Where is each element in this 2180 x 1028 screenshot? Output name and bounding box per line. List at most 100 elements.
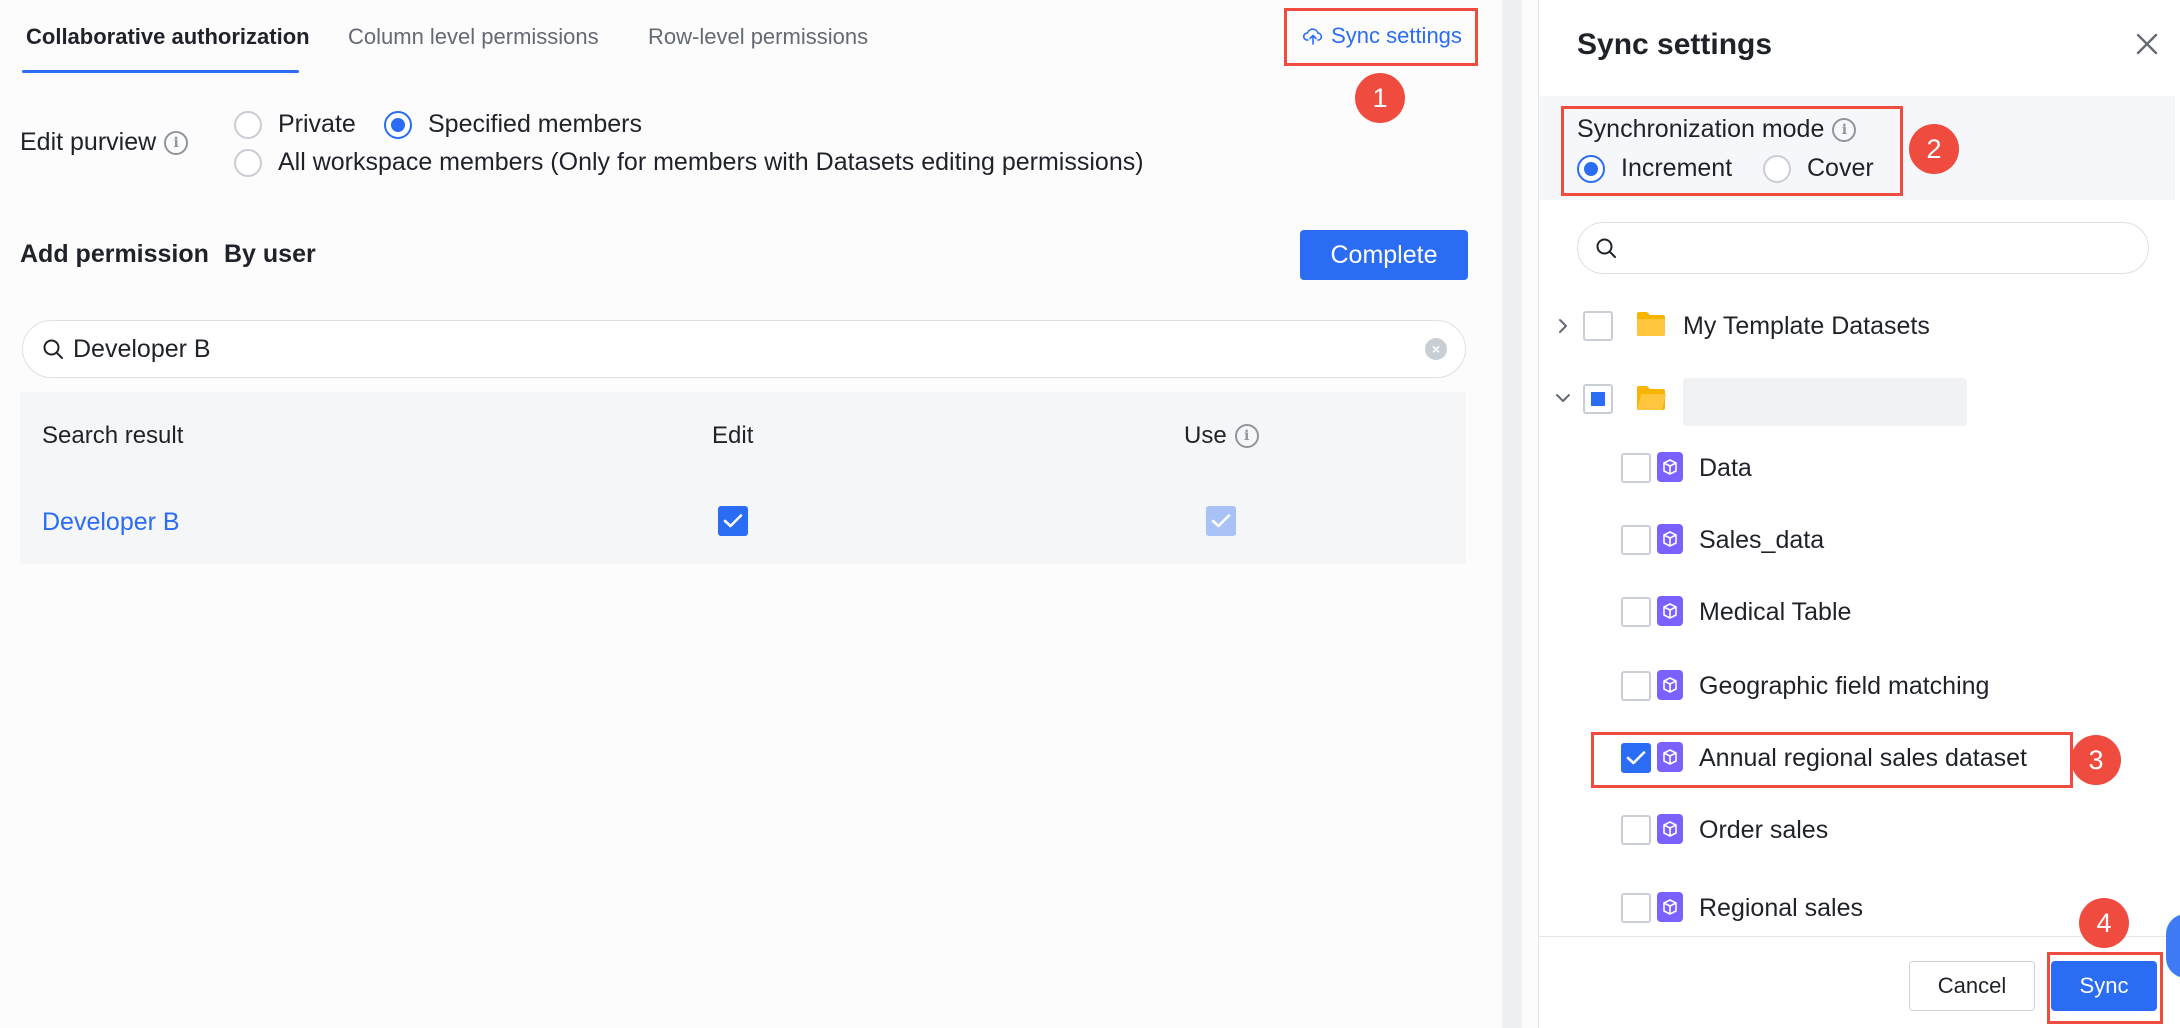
edit-purview-label: Edit purview i	[20, 128, 189, 157]
radio-circle-specified-members[interactable]	[384, 110, 412, 139]
edit-purview-text: Edit purview	[20, 128, 157, 156]
search-icon	[1596, 238, 1616, 258]
dataset-name-data: Data	[1699, 454, 1752, 482]
info-icon[interactable]: i	[164, 130, 189, 155]
user-search-box[interactable]: ×	[22, 320, 1466, 378]
sync-button[interactable]: Sync	[2051, 961, 2157, 1011]
chevron-right-icon[interactable]	[1553, 316, 1573, 336]
step-badge-2: 2	[1909, 124, 1959, 174]
dataset-name-order-sales: Order sales	[1699, 816, 1829, 844]
tree-folder-my-template-datasets[interactable]: My Template Datasets	[1539, 296, 2175, 356]
column-header-edit: Edit	[712, 422, 754, 449]
radio-specified-members[interactable]: Specified members	[384, 110, 642, 139]
dataset-checkbox-sales-data[interactable]	[1621, 525, 1651, 555]
panel-divider	[1502, 0, 1522, 1028]
sync-settings-label: Sync settings	[1331, 22, 1462, 48]
use-info-icon[interactable]: i	[1234, 424, 1259, 448]
dataset-icon	[1657, 670, 1683, 700]
radio-all-workspace-members[interactable]: All workspace members (Only for members …	[234, 148, 1144, 177]
checkmark-icon	[1211, 514, 1231, 528]
folder-checkbox-my-template-datasets[interactable]	[1583, 311, 1613, 341]
sync-settings-link[interactable]: Sync settings	[1287, 7, 1478, 64]
step-badge-4: 4	[2079, 898, 2129, 948]
dataset-name-regional-sales: Regional sales	[1699, 894, 1863, 922]
search-result-table: Search result Edit Use i Developer B	[20, 392, 1466, 564]
redacted-folder-name	[1683, 378, 1967, 426]
clear-icon[interactable]: ×	[1425, 338, 1447, 360]
column-header-use-label: Use	[1184, 422, 1227, 449]
radio-cover[interactable]: Cover	[1763, 154, 1874, 183]
tree-dataset-medical-table[interactable]: Medical Table	[1539, 582, 2175, 642]
active-tab-indicator	[22, 70, 299, 73]
dataset-name-annual-regional-sales: Annual regional sales dataset	[1699, 744, 2028, 772]
dataset-icon	[1657, 524, 1683, 554]
sync-settings-drawer: Sync settings Synchronization mode i Inc…	[1538, 0, 2180, 1028]
tree-dataset-sales-data[interactable]: Sales_data	[1539, 510, 2175, 570]
dataset-checkbox-medical-table[interactable]	[1621, 597, 1651, 627]
step-badge-3: 3	[2071, 735, 2121, 785]
cancel-button[interactable]: Cancel	[1909, 961, 2035, 1011]
step-badge-1: 1	[1355, 73, 1405, 123]
tab-collaborative-authorization[interactable]: Collaborative authorization	[26, 24, 310, 50]
radio-circle-increment[interactable]	[1577, 154, 1605, 183]
dataset-checkbox-annual-regional-sales[interactable]	[1621, 743, 1651, 773]
checkmark-icon	[1626, 751, 1646, 765]
radio-circle-cover[interactable]	[1763, 154, 1791, 183]
radio-label-specified-members: Specified members	[428, 110, 642, 138]
close-icon[interactable]	[2129, 26, 2165, 62]
radio-circle-all-workspace-members[interactable]	[234, 148, 262, 177]
sync-mode-label: Synchronization mode i	[1577, 115, 1857, 144]
dataset-name-geographic-field-matching: Geographic field matching	[1699, 672, 1990, 700]
column-header-search-result: Search result	[42, 422, 184, 449]
add-permission-title: Add permission	[20, 240, 209, 268]
radio-private[interactable]: Private	[234, 110, 356, 139]
tab-column-level-permissions[interactable]: Column level permissions	[348, 24, 599, 50]
sync-mode-text: Synchronization mode	[1577, 115, 1825, 143]
permission-tabs: Collaborative authorization Column level…	[0, 0, 1502, 76]
permission-panel: Collaborative authorization Column level…	[0, 0, 1502, 1028]
dataset-checkbox-regional-sales[interactable]	[1621, 893, 1651, 923]
tree-dataset-order-sales[interactable]: Order sales	[1539, 800, 2175, 860]
folder-checkbox-expanded[interactable]	[1583, 384, 1613, 414]
dataset-checkbox-data[interactable]	[1621, 453, 1651, 483]
dataset-icon	[1657, 892, 1683, 922]
dataset-checkbox-order-sales[interactable]	[1621, 815, 1651, 845]
tree-dataset-geographic-field-matching[interactable]: Geographic field matching	[1539, 656, 2175, 716]
drawer-footer: Cancel Sync	[1539, 936, 2175, 1028]
chevron-down-icon[interactable]	[1553, 388, 1573, 408]
folder-open-icon	[1637, 386, 1666, 410]
radio-label-all-workspace-members: All workspace members (Only for members …	[278, 148, 1144, 176]
drawer-title: Sync settings	[1577, 28, 1773, 61]
dataset-name-medical-table: Medical Table	[1699, 598, 1852, 626]
dataset-search-box[interactable]	[1577, 222, 2149, 274]
folder-name-my-template-datasets: My Template Datasets	[1683, 312, 1930, 340]
complete-button[interactable]: Complete	[1300, 230, 1468, 280]
dataset-icon	[1657, 452, 1683, 482]
edit-permission-checkbox[interactable]	[718, 506, 748, 536]
radio-increment[interactable]: Increment	[1577, 154, 1732, 183]
dataset-icon	[1657, 596, 1683, 626]
tab-row-level-permissions[interactable]: Row-level permissions	[648, 24, 868, 50]
dataset-name-sales-data: Sales_data	[1699, 526, 1825, 554]
column-header-use: Use i	[1184, 422, 1259, 450]
checkmark-icon	[723, 514, 743, 528]
use-permission-checkbox	[1206, 506, 1236, 536]
by-user-mode[interactable]: By user	[224, 240, 316, 269]
sync-mode-info-icon[interactable]: i	[1832, 117, 1857, 142]
dataset-checkbox-geographic-field-matching[interactable]	[1621, 671, 1651, 701]
cloud-sync-icon	[1303, 27, 1323, 45]
radio-label-cover: Cover	[1807, 154, 1874, 182]
radio-label-increment: Increment	[1621, 154, 1733, 182]
radio-label-private: Private	[278, 110, 356, 138]
floating-help-bubble[interactable]	[2166, 914, 2180, 978]
user-search-input[interactable]	[73, 334, 1425, 364]
dataset-search-input[interactable]	[1626, 235, 2132, 261]
tree-dataset-data[interactable]: Data	[1539, 438, 2175, 498]
dataset-icon	[1657, 742, 1683, 772]
radio-circle-private[interactable]	[234, 110, 262, 139]
folder-icon	[1637, 312, 1665, 336]
sync-mode-section	[1539, 96, 2175, 200]
result-user-link[interactable]: Developer B	[42, 508, 180, 537]
dataset-icon	[1657, 814, 1683, 844]
search-icon	[43, 339, 63, 359]
